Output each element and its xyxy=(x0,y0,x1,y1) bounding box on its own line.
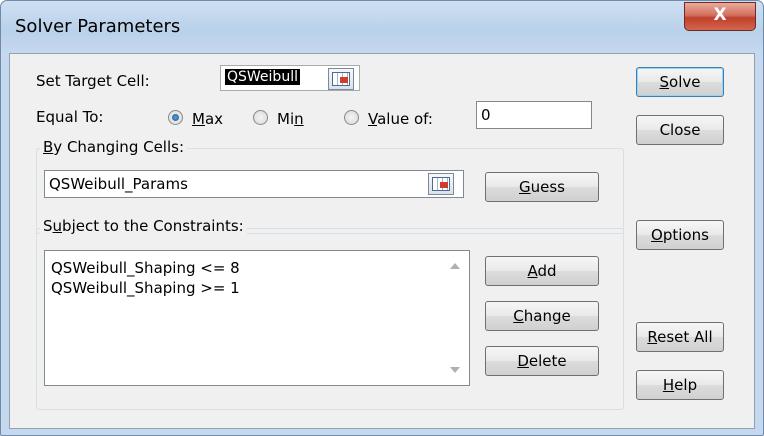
changing-cells-input[interactable]: QSWeibull_Params xyxy=(44,170,464,198)
changing-cells-label: By Changing Cells: xyxy=(40,138,188,156)
solve-button[interactable]: Solve xyxy=(636,67,724,97)
list-item[interactable]: QSWeibull_Shaping >= 1 xyxy=(51,279,240,297)
title-bar: Solver Parameters X xyxy=(1,1,763,53)
target-cell-collapse-button[interactable] xyxy=(328,68,354,90)
radio-min[interactable] xyxy=(253,110,268,125)
radio-value-of[interactable] xyxy=(344,110,359,125)
add-constraint-button[interactable]: Add xyxy=(485,256,599,286)
target-cell-label: Set Target Cell: xyxy=(36,72,150,90)
radio-min-label[interactable]: Min xyxy=(277,110,304,128)
equal-to-label: Equal To: xyxy=(36,108,104,126)
scroll-down-arrow-icon[interactable] xyxy=(450,367,460,373)
radio-value-of-label[interactable]: Value of: xyxy=(368,110,433,128)
delete-constraint-button[interactable]: Delete xyxy=(485,346,599,376)
target-cell-value: QSWeibull xyxy=(225,69,300,85)
change-constraint-button[interactable]: Change xyxy=(485,301,599,331)
close-window-button[interactable]: X xyxy=(684,2,756,31)
list-item[interactable]: QSWeibull_Shaping <= 8 xyxy=(51,259,240,277)
dialog-body: Set Target Cell: QSWeibull Equal To: Max… xyxy=(9,53,755,429)
close-button[interactable]: Close xyxy=(636,115,724,145)
help-button[interactable]: Help xyxy=(636,370,724,400)
constraints-label: Subject to the Constraints: xyxy=(40,217,247,235)
reset-all-button[interactable]: Reset All xyxy=(636,322,724,352)
scroll-up-arrow-icon[interactable] xyxy=(450,263,460,269)
changing-cells-collapse-button[interactable] xyxy=(428,173,454,195)
solver-dialog: Solver Parameters X Set Target Cell: QSW… xyxy=(0,0,764,436)
constraints-list[interactable]: QSWeibull_Shaping <= 8 QSWeibull_Shaping… xyxy=(44,250,470,386)
value-of-input[interactable]: 0 xyxy=(476,101,592,129)
radio-max[interactable] xyxy=(168,110,183,125)
guess-button[interactable]: Guess xyxy=(485,172,599,202)
radio-max-label[interactable]: Max xyxy=(192,110,223,128)
window-title: Solver Parameters xyxy=(15,16,181,37)
options-button[interactable]: Options xyxy=(636,220,724,250)
